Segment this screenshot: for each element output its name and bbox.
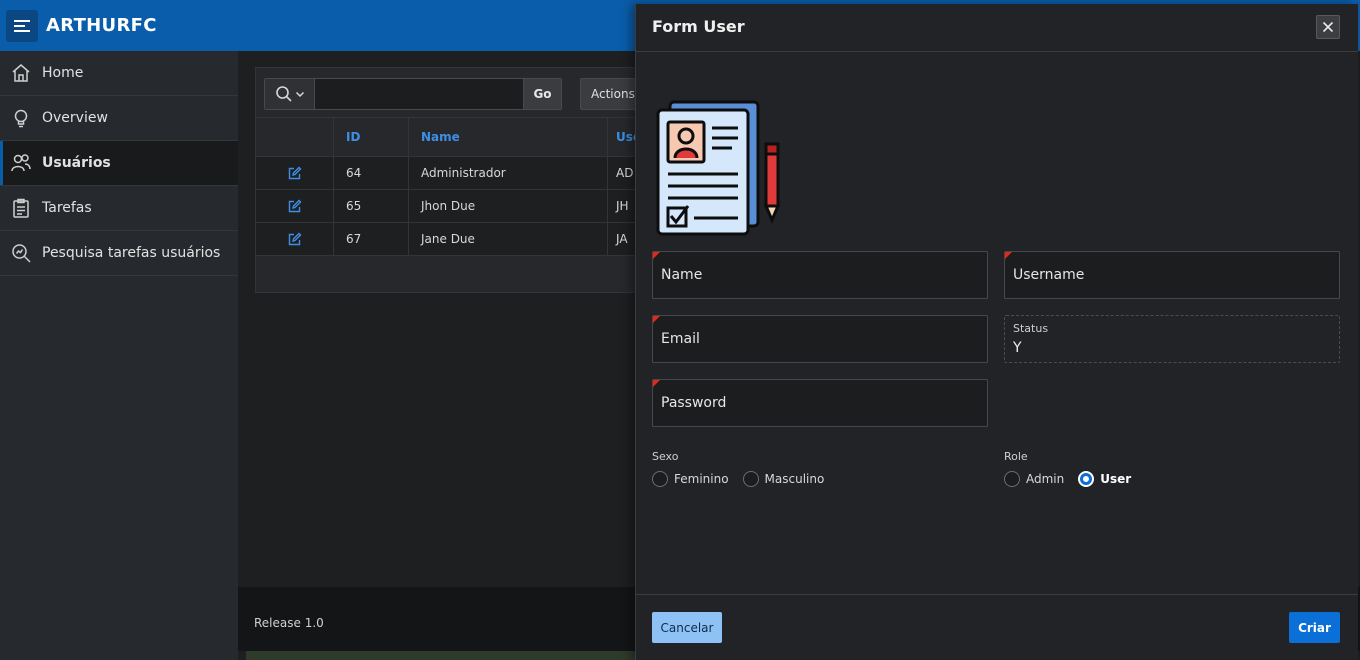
close-button[interactable] bbox=[1316, 15, 1340, 39]
cell-name: Jhon Due bbox=[409, 190, 608, 222]
search-group: Go bbox=[264, 78, 562, 110]
go-button[interactable]: Go bbox=[523, 79, 561, 109]
password-field-label: Password bbox=[661, 395, 727, 411]
edit-row-button[interactable] bbox=[256, 190, 334, 222]
dialog-footer: Cancelar Criar bbox=[636, 594, 1358, 660]
radio-label: Masculino bbox=[764, 472, 825, 486]
sidebar-item-label: Pesquisa tarefas usuários bbox=[42, 245, 221, 261]
edit-row-button[interactable] bbox=[256, 223, 334, 255]
release-text: Release 1.0 bbox=[254, 616, 324, 630]
search-icon bbox=[275, 86, 292, 102]
dialog-header: Form User bbox=[636, 4, 1358, 52]
sidebar-item-overview[interactable]: Overview bbox=[0, 96, 238, 141]
radio-label: Admin bbox=[1026, 472, 1065, 486]
home-icon bbox=[0, 62, 42, 84]
chevron-down-icon bbox=[295, 91, 304, 98]
sidebar-item-home[interactable]: Home bbox=[0, 51, 238, 96]
radio-feminino[interactable]: Feminino bbox=[652, 471, 729, 487]
sexo-label: Sexo bbox=[652, 450, 679, 463]
column-header-id[interactable]: ID bbox=[334, 118, 409, 156]
radio-circle[interactable] bbox=[1004, 471, 1020, 487]
actions-label: Actions bbox=[591, 87, 635, 101]
role-radio-group: Role Admin User bbox=[1004, 450, 1145, 487]
cell-name: Administrador bbox=[409, 157, 608, 189]
search-chart-icon bbox=[0, 242, 42, 264]
sexo-radio-group: Sexo Feminino Masculino bbox=[652, 450, 838, 487]
lightbulb-icon bbox=[0, 107, 42, 129]
radio-label: User bbox=[1100, 472, 1132, 486]
username-field-label: Username bbox=[1013, 267, 1085, 283]
cell-id: 65 bbox=[334, 190, 409, 222]
sidebar-item-label: Usuários bbox=[42, 155, 111, 171]
name-field-label: Name bbox=[661, 267, 703, 283]
app-title[interactable]: ARTHURFC bbox=[46, 15, 157, 36]
status-label: Status bbox=[1013, 322, 1049, 335]
username-field[interactable]: Username bbox=[1004, 251, 1340, 299]
status-display: Status Y bbox=[1004, 315, 1340, 363]
create-button[interactable]: Criar bbox=[1289, 612, 1340, 643]
sidebar-item-label: Overview bbox=[42, 110, 108, 126]
column-header-name[interactable]: Name bbox=[409, 118, 608, 156]
report-toolbar: Go Actions bbox=[264, 78, 650, 110]
sidebar-item-pesquisa-tarefas-usuarios[interactable]: Pesquisa tarefas usuários bbox=[0, 231, 238, 276]
role-label: Role bbox=[1004, 450, 1028, 463]
radio-label: Feminino bbox=[674, 472, 729, 486]
document-profile-icon bbox=[656, 100, 781, 236]
menu-toggle-button[interactable] bbox=[6, 10, 38, 42]
form-user-dialog: Form User Name Username Email Status Y P… bbox=[635, 4, 1358, 660]
edit-column-header bbox=[256, 118, 334, 156]
status-value: Y bbox=[1013, 340, 1022, 356]
edit-icon bbox=[288, 166, 302, 179]
dialog-title: Form User bbox=[652, 17, 745, 36]
users-icon bbox=[0, 152, 42, 174]
cell-name: Jane Due bbox=[409, 223, 608, 255]
radio-circle[interactable] bbox=[742, 471, 759, 487]
sidebar-item-usuarios[interactable]: Usuários bbox=[0, 141, 238, 186]
password-field[interactable]: Password bbox=[652, 379, 988, 427]
radio-circle[interactable] bbox=[652, 471, 668, 487]
radio-masculino[interactable]: Masculino bbox=[742, 471, 825, 487]
email-field-label: Email bbox=[661, 331, 700, 347]
search-column-button[interactable] bbox=[265, 79, 315, 109]
user-form-illustration bbox=[654, 100, 786, 244]
radio-user[interactable]: User bbox=[1078, 471, 1131, 487]
clipboard-icon bbox=[0, 197, 42, 219]
sidebar-item-label: Home bbox=[42, 65, 84, 81]
edit-icon bbox=[288, 199, 302, 212]
hamburger-icon bbox=[14, 20, 30, 32]
name-field[interactable]: Name bbox=[652, 251, 988, 299]
radio-admin[interactable]: Admin bbox=[1004, 471, 1064, 487]
sidebar-item-tarefas[interactable]: Tarefas bbox=[0, 186, 238, 231]
radio-circle-selected[interactable] bbox=[1078, 471, 1095, 487]
sidebar-item-label: Tarefas bbox=[42, 200, 92, 216]
cell-id: 64 bbox=[334, 157, 409, 189]
edit-row-button[interactable] bbox=[256, 157, 334, 189]
cell-id: 67 bbox=[334, 223, 409, 255]
cancel-button[interactable]: Cancelar bbox=[652, 612, 722, 643]
edit-icon bbox=[288, 232, 302, 245]
close-icon bbox=[1322, 21, 1334, 33]
email-field[interactable]: Email bbox=[652, 315, 988, 363]
sidebar-nav: Home Overview Usuários Tarefas Pesquisa … bbox=[0, 51, 238, 660]
search-input[interactable] bbox=[315, 79, 523, 109]
